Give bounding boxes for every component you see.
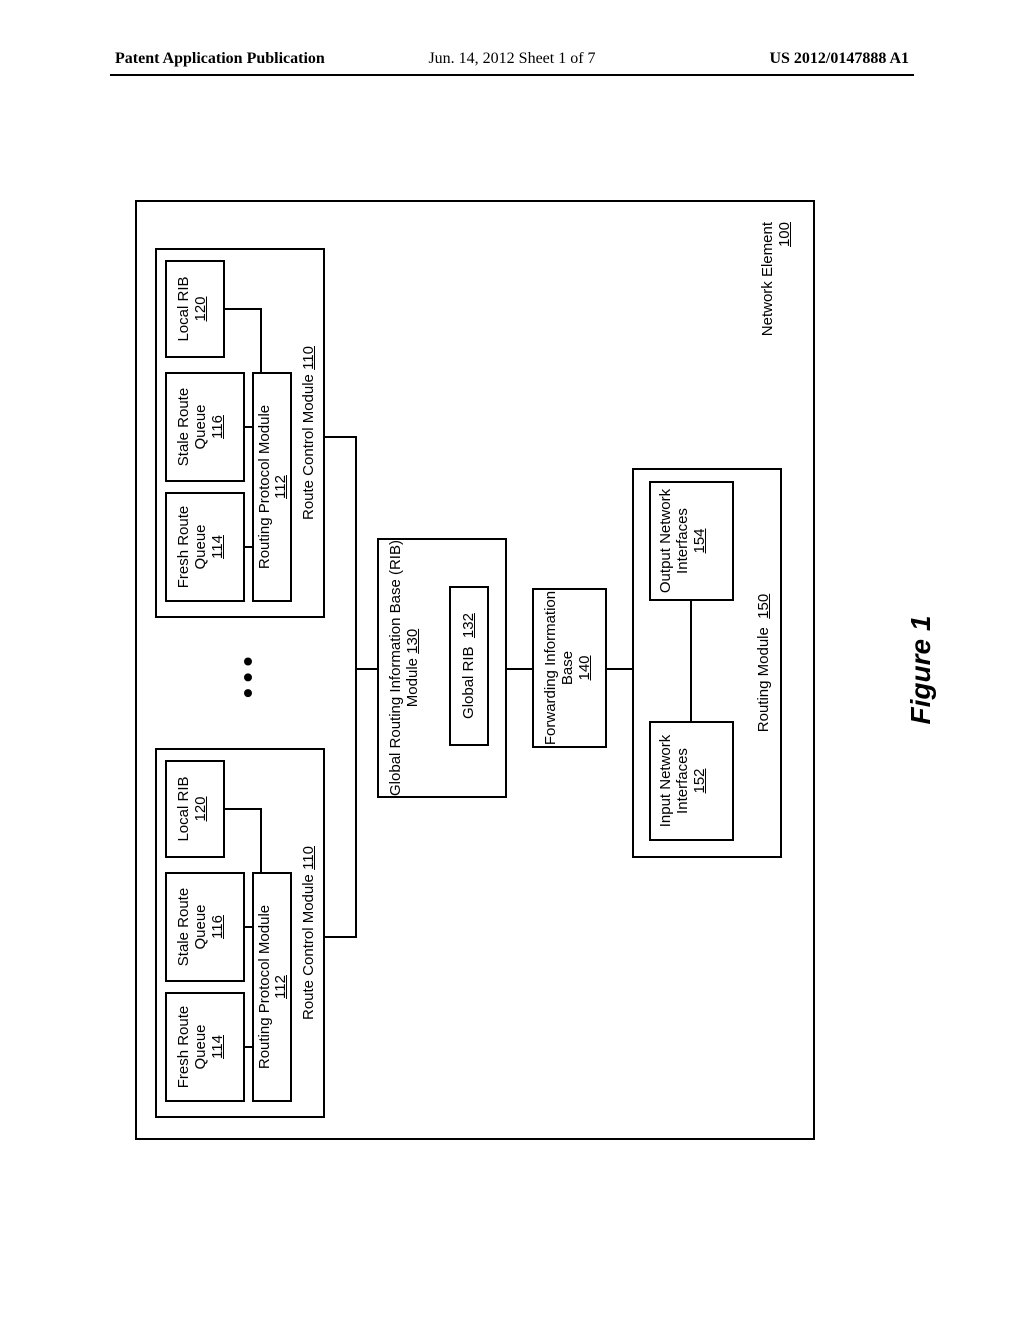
page: Patent Application Publication Jun. 14, … bbox=[0, 0, 1024, 1320]
rcm-caption-b: Route Control Module 110 bbox=[300, 250, 317, 616]
connector bbox=[225, 308, 260, 310]
connector bbox=[355, 436, 357, 938]
routing-protocol-module-b: Routing Protocol Module 112 bbox=[252, 372, 292, 602]
route-control-module-b: Fresh Route Queue 114 Stale Route Queue … bbox=[155, 248, 325, 618]
network-element-label: Network Element 100 bbox=[759, 222, 793, 336]
rm-caption: Routing Module 150 bbox=[755, 470, 772, 856]
ini-label: Input Network Interfaces bbox=[657, 723, 691, 839]
connector bbox=[245, 1046, 252, 1048]
local-rib-a: Local RIB 120 bbox=[165, 760, 225, 858]
connector bbox=[245, 426, 252, 428]
network-element-ref: 100 bbox=[776, 222, 793, 336]
grib-label: Global RIB bbox=[460, 646, 477, 719]
rpm-ref: 112 bbox=[273, 374, 289, 600]
rcm-ref: 110 bbox=[300, 846, 317, 870]
routing-protocol-module-a: Routing Protocol Module 112 bbox=[252, 872, 292, 1102]
header-rule bbox=[110, 74, 914, 76]
fresh-route-queue-a: Fresh Route Queue 114 bbox=[165, 992, 245, 1102]
lrib-ref: 120 bbox=[192, 262, 209, 356]
connector bbox=[325, 436, 355, 438]
global-rib: Global RIB 132 bbox=[449, 586, 489, 746]
lrib-ref: 120 bbox=[192, 762, 209, 856]
ini-ref: 152 bbox=[691, 723, 708, 839]
ellipsis-icon: ••• bbox=[232, 651, 264, 698]
rpm-ref: 112 bbox=[273, 874, 289, 1100]
network-element-box: Network Element 100 Fresh Route Queue 11… bbox=[135, 200, 815, 1140]
grib-ref: 132 bbox=[460, 613, 477, 638]
frq-label: Fresh Route Queue bbox=[175, 994, 209, 1100]
connector bbox=[325, 936, 355, 938]
figure-canvas: Network Element 100 Fresh Route Queue 11… bbox=[135, 180, 887, 1140]
lrib-label: Local RIB bbox=[175, 762, 192, 856]
lrib-label: Local RIB bbox=[175, 262, 192, 356]
rm-label: Routing Module bbox=[755, 627, 772, 732]
header-middle: Jun. 14, 2012 Sheet 1 of 7 bbox=[380, 50, 645, 68]
frq-label: Fresh Route Queue bbox=[175, 494, 209, 600]
header-right: US 2012/0147888 A1 bbox=[644, 50, 1024, 68]
connector bbox=[355, 668, 377, 670]
fib-label: Forwarding Information Base bbox=[542, 590, 576, 746]
page-header: Patent Application Publication Jun. 14, … bbox=[0, 50, 1024, 68]
gribm-caption: Global Routing Information Base (RIB) Mo… bbox=[387, 540, 421, 796]
frq-ref: 114 bbox=[209, 994, 226, 1100]
rm-ref: 150 bbox=[755, 594, 772, 619]
route-control-module-a: Fresh Route Queue 114 Stale Route Queue … bbox=[155, 748, 325, 1118]
rcm-label: Route Control Module bbox=[300, 874, 317, 1020]
frq-ref: 114 bbox=[209, 494, 226, 600]
stale-route-queue-b: Stale Route Queue 116 bbox=[165, 372, 245, 482]
gribm-ref: 130 bbox=[404, 629, 421, 654]
global-rib-module: Global Routing Information Base (RIB) Mo… bbox=[377, 538, 507, 798]
rcm-label: Route Control Module bbox=[300, 374, 317, 520]
input-network-interfaces: Input Network Interfaces 152 bbox=[649, 721, 734, 841]
rpm-label: Routing Protocol Module bbox=[257, 374, 273, 600]
rcm-caption-a: Route Control Module 110 bbox=[300, 750, 317, 1116]
connector bbox=[245, 926, 252, 928]
header-left: Patent Application Publication bbox=[0, 50, 380, 68]
forwarding-information-base: Forwarding Information Base 140 bbox=[532, 588, 607, 748]
rpm-label: Routing Protocol Module bbox=[257, 874, 273, 1100]
srq-ref: 116 bbox=[209, 374, 226, 480]
connector bbox=[607, 668, 632, 670]
output-network-interfaces: Output Network Interfaces 154 bbox=[649, 481, 734, 601]
srq-ref: 116 bbox=[209, 874, 226, 980]
network-element-text: Network Element bbox=[759, 222, 776, 336]
figure-caption: Figure 1 bbox=[905, 200, 937, 1140]
connector bbox=[690, 601, 692, 721]
srq-label: Stale Route Queue bbox=[175, 374, 209, 480]
stale-route-queue-a: Stale Route Queue 116 bbox=[165, 872, 245, 982]
connector bbox=[260, 808, 262, 872]
rcm-ref: 110 bbox=[300, 346, 317, 370]
gribm-label: Global Routing Information Base (RIB) Mo… bbox=[387, 540, 421, 796]
connector bbox=[245, 546, 252, 548]
figure-rotated-wrapper: Network Element 100 Fresh Route Queue 11… bbox=[31, 284, 991, 1036]
srq-label: Stale Route Queue bbox=[175, 874, 209, 980]
oni-ref: 154 bbox=[691, 483, 708, 599]
connector bbox=[260, 308, 262, 372]
connector bbox=[507, 668, 532, 670]
oni-label: Output Network Interfaces bbox=[657, 483, 691, 599]
connector bbox=[225, 808, 260, 810]
local-rib-b: Local RIB 120 bbox=[165, 260, 225, 358]
fresh-route-queue-b: Fresh Route Queue 114 bbox=[165, 492, 245, 602]
routing-module: Input Network Interfaces 152 Output Netw… bbox=[632, 468, 782, 858]
fib-ref: 140 bbox=[576, 590, 593, 746]
